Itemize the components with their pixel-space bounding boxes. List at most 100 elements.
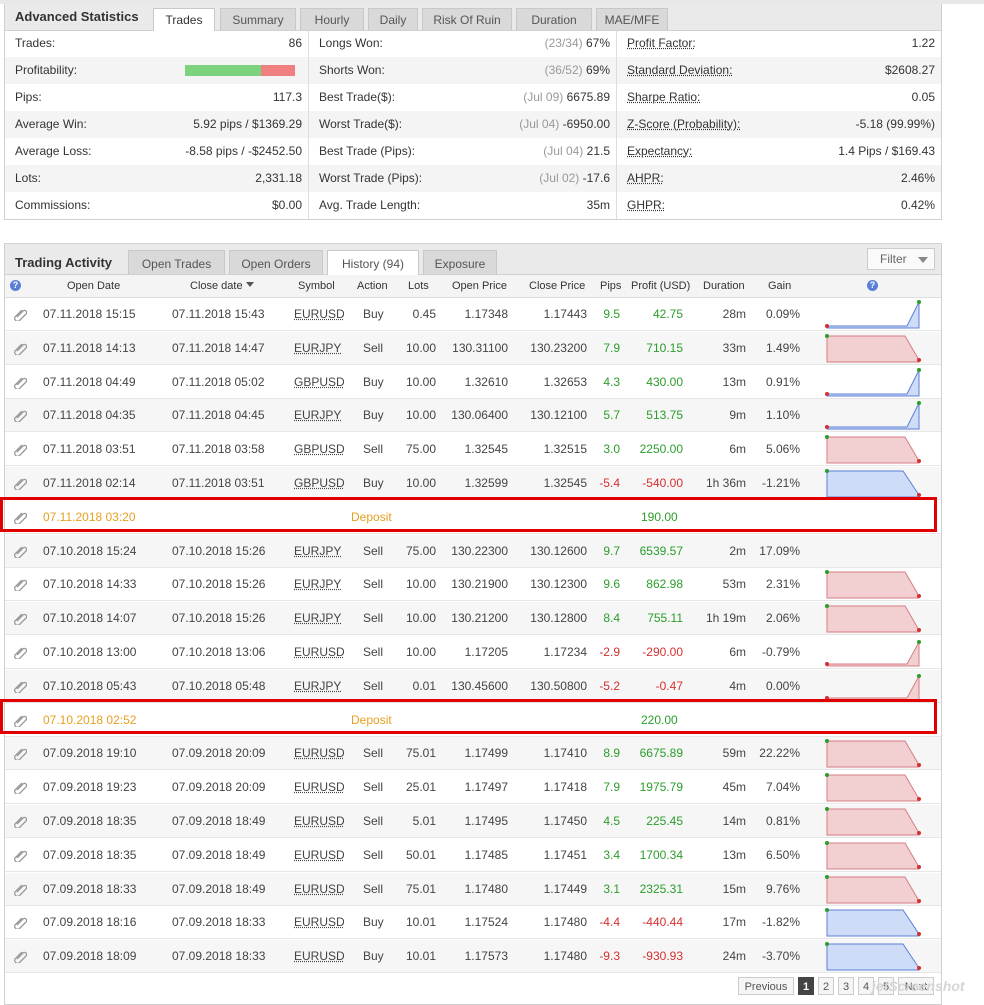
table-row[interactable]: 07.11.2018 03:51 07.11.2018 03:58 GBPUSD Se… — [5, 433, 941, 467]
stat-label[interactable]: Standard Deviation: — [627, 57, 732, 84]
cell-lots: 75.00 — [405, 442, 436, 457]
paperclip-icon[interactable] — [13, 442, 28, 458]
table-row[interactable]: 07.09.2018 18:16 07.09.2018 18:33 EURUSD Bu… — [5, 906, 941, 940]
tab-mae-mfe[interactable]: MAE/MFE — [596, 8, 668, 30]
cell-symbol[interactable]: EURJPY — [294, 341, 341, 355]
stat-label: Average Loss: — [15, 144, 92, 158]
table-row[interactable]: 07.11.2018 02:14 07.11.2018 03:51 GBPUSD Bu… — [5, 467, 941, 500]
table-row[interactable]: 07.09.2018 18:35 07.09.2018 18:49 EURUSD Se… — [5, 805, 941, 838]
cell-symbol[interactable]: GBPUSD — [294, 442, 345, 456]
paperclip-icon[interactable] — [13, 408, 28, 424]
stat-label[interactable]: AHPR: — [627, 165, 664, 192]
col-lots[interactable]: Lots — [408, 280, 429, 292]
cell-open-price: 130.06400 — [451, 408, 508, 423]
paperclip-icon[interactable] — [13, 814, 28, 829]
stat-label[interactable]: Expectancy: — [627, 138, 692, 165]
paperclip-icon[interactable] — [13, 746, 28, 762]
cell-symbol[interactable]: EURUSD — [294, 882, 345, 896]
table-row[interactable]: 07.09.2018 19:23 07.09.2018 20:09 EURUSD Se… — [5, 771, 941, 805]
table-row[interactable]: 07.11.2018 15:15 07.11.2018 15:43 EURUSD Bu… — [5, 298, 941, 331]
cell-symbol[interactable]: EURUSD — [294, 746, 345, 760]
cell-gain: -1.21% — [761, 476, 800, 490]
paperclip-icon[interactable] — [13, 949, 28, 965]
tab-open-orders[interactable]: Open Orders — [229, 250, 323, 274]
table-row[interactable]: 07.09.2018 18:35 07.09.2018 18:49 EURUSD Se… — [5, 839, 941, 872]
paperclip-icon[interactable] — [13, 341, 28, 356]
paperclip-icon[interactable] — [13, 375, 28, 390]
table-row[interactable]: 07.11.2018 04:35 07.11.2018 04:45 EURJPY Bu… — [5, 399, 941, 433]
col-open-price[interactable]: Open Price — [452, 280, 507, 292]
page-button[interactable]: 2 — [818, 977, 834, 995]
col-profit[interactable]: Profit (USD) — [631, 280, 690, 292]
stat-label[interactable]: Sharpe Ratio: — [627, 84, 700, 111]
paperclip-icon[interactable] — [13, 577, 28, 593]
table-row[interactable]: 07.10.2018 13:00 07.10.2018 13:06 EURUSD Se… — [5, 636, 941, 669]
col-pips[interactable]: Pips — [600, 280, 621, 292]
table-row[interactable]: 07.09.2018 18:33 07.09.2018 18:49 EURUSD Se… — [5, 872, 941, 906]
paperclip-icon[interactable] — [13, 645, 28, 660]
stat-label[interactable]: GHPR: — [627, 192, 665, 219]
paperclip-icon[interactable] — [13, 476, 28, 491]
tab-exposure[interactable]: Exposure — [423, 250, 497, 274]
tab-trades[interactable]: Trades — [153, 8, 215, 31]
col-duration[interactable]: Duration — [703, 280, 745, 292]
table-row[interactable]: 07.10.2018 14:33 07.10.2018 15:26 EURJPY Se… — [5, 568, 941, 602]
paperclip-icon[interactable] — [13, 915, 28, 931]
paperclip-icon[interactable] — [13, 882, 28, 897]
page-button[interactable]: 1 — [798, 977, 814, 995]
col-open-date[interactable]: Open Date — [67, 280, 120, 292]
cell-symbol[interactable]: EURUSD — [294, 848, 345, 862]
cell-symbol[interactable]: EURJPY — [294, 544, 341, 558]
stat-label[interactable]: Z-Score (Probability): — [627, 111, 740, 138]
cell-close-date: 07.11.2018 14:47 — [172, 340, 265, 355]
filter-dropdown[interactable]: Filter — [867, 248, 935, 270]
col-close-price[interactable]: Close Price — [529, 280, 585, 292]
cell-symbol[interactable]: EURUSD — [294, 645, 345, 659]
stat-pips: Pips: 117.3 — [5, 84, 308, 111]
table-row[interactable]: 07.09.2018 19:10 07.09.2018 20:09 EURUSD Se… — [5, 737, 941, 771]
cell-symbol[interactable]: EURUSD — [294, 814, 345, 828]
question-icon[interactable]: ? — [10, 280, 21, 291]
col-action[interactable]: Action — [357, 280, 388, 292]
paperclip-icon[interactable] — [13, 679, 28, 694]
cell-symbol[interactable]: EURJPY — [294, 679, 341, 693]
cell-symbol[interactable]: EURJPY — [294, 611, 341, 625]
question-icon[interactable]: ? — [867, 280, 878, 291]
tab-daily[interactable]: Daily — [368, 8, 418, 30]
page-button[interactable]: 3 — [838, 977, 854, 995]
cell-symbol[interactable]: GBPUSD — [294, 375, 345, 389]
stat-label[interactable]: Profit Factor: — [627, 30, 696, 57]
previous-page-button[interactable]: Previous — [738, 977, 794, 995]
table-row[interactable]: 07.09.2018 18:09 07.09.2018 18:33 EURUSD Bu… — [5, 940, 941, 974]
cell-symbol[interactable]: EURUSD — [294, 949, 345, 963]
tab-risk-of-ruin[interactable]: Risk Of Ruin — [422, 8, 512, 30]
tab-history[interactable]: History (94) — [327, 250, 419, 275]
tab-summary[interactable]: Summary — [220, 8, 296, 30]
col-close-date[interactable]: Close date — [190, 280, 254, 292]
tab-hourly[interactable]: Hourly — [300, 8, 364, 30]
cell-symbol[interactable]: EURUSD — [294, 780, 345, 794]
cell-symbol[interactable]: EURJPY — [294, 408, 341, 422]
col-symbol[interactable]: Symbol — [298, 280, 335, 292]
table-row[interactable]: 07.10.2018 14:07 07.10.2018 15:26 EURJPY Se… — [5, 602, 941, 636]
paperclip-icon[interactable] — [13, 544, 28, 559]
cell-symbol[interactable]: EURUSD — [294, 915, 345, 929]
table-row[interactable]: 07.11.2018 14:13 07.11.2018 14:47 EURJPY Se… — [5, 331, 941, 365]
tab-duration[interactable]: Duration — [516, 8, 592, 30]
cell-close-price: 130.12300 — [530, 577, 587, 592]
paperclip-icon[interactable] — [13, 780, 28, 796]
cell-profit: 42.75 — [652, 307, 683, 321]
cell-pips: 9.5 — [603, 307, 620, 321]
table-row[interactable]: 07.11.2018 04:49 07.11.2018 05:02 GBPUSD Bu… — [5, 366, 941, 399]
cell-symbol[interactable]: GBPUSD — [294, 476, 345, 490]
col-gain[interactable]: Gain — [768, 280, 791, 292]
table-row[interactable]: 07.10.2018 15:24 07.10.2018 15:26 EURJPY Se… — [5, 534, 941, 568]
paperclip-icon[interactable] — [13, 611, 28, 627]
paperclip-icon[interactable] — [13, 307, 28, 322]
tab-open-trades[interactable]: Open Trades — [128, 250, 225, 274]
paperclip-icon[interactable] — [13, 848, 28, 863]
cell-symbol[interactable]: EURJPY — [294, 577, 341, 591]
table-row[interactable]: 07.10.2018 05:43 07.10.2018 05:48 EURJPY Se… — [5, 669, 941, 703]
cell-action: Sell — [363, 678, 384, 693]
cell-symbol[interactable]: EURUSD — [294, 307, 345, 321]
